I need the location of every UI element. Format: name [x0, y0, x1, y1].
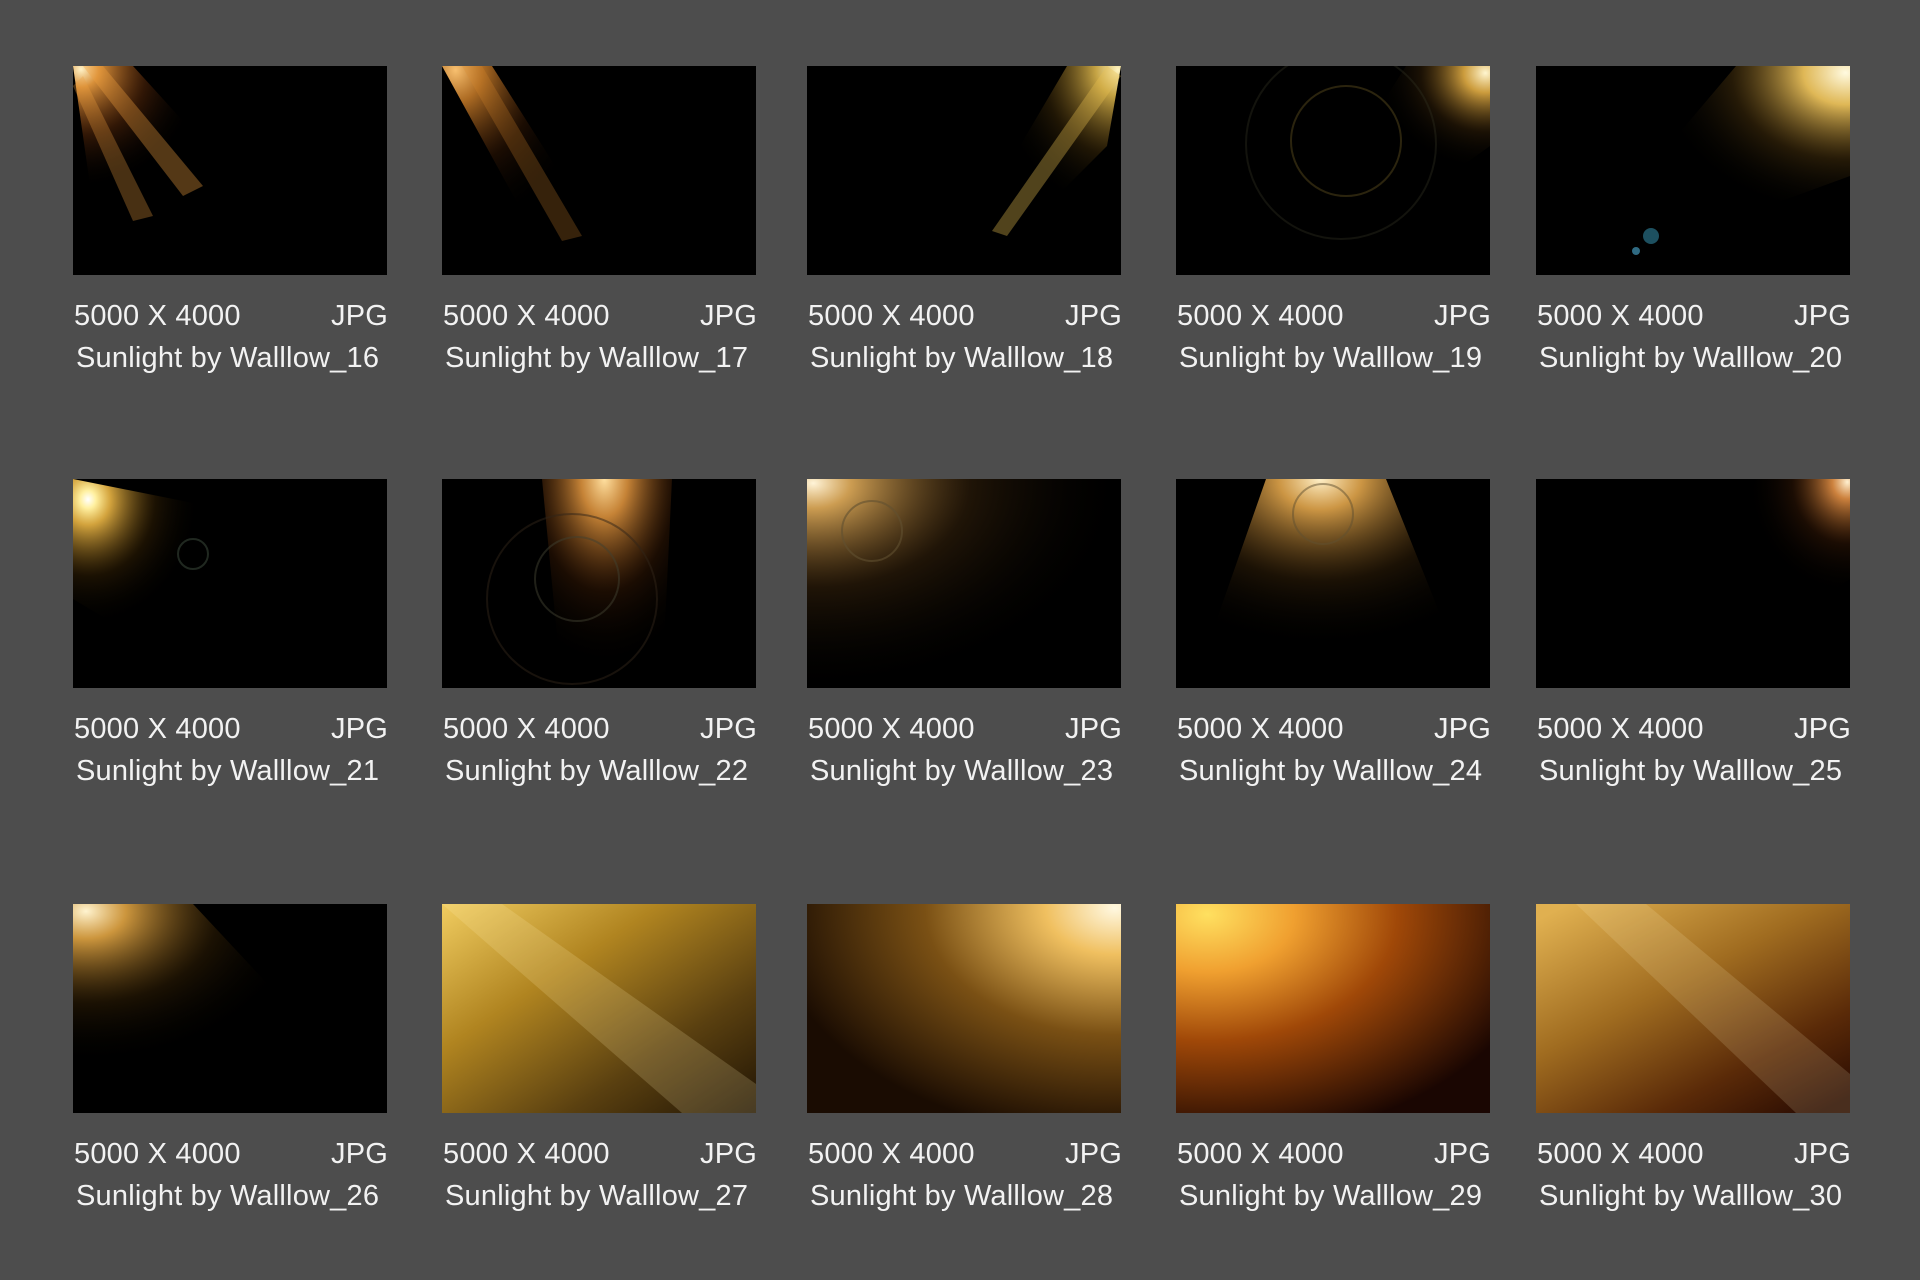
image-format: JPG [1794, 713, 1851, 745]
preview-card-21: 5000 X 4000 JPG Sunlight by Walllow_21 [73, 479, 388, 792]
image-title: Sunlight by Walllow_29 [1179, 1180, 1483, 1212]
preview-card-27: 5000 X 4000 JPG Sunlight by Walllow_27 [442, 904, 757, 1217]
image-format: JPG [1794, 1138, 1851, 1170]
image-title: Sunlight by Walllow_22 [445, 755, 749, 787]
image-title: Sunlight by Walllow_19 [1179, 342, 1483, 374]
image-title: Sunlight by Walllow_17 [445, 342, 749, 374]
image-format: JPG [1065, 1138, 1122, 1170]
preview-card-16: 5000 X 4000 JPG Sunlight by Walllow_16 [73, 66, 388, 379]
preview-thumbnail[interactable] [442, 904, 756, 1113]
preview-thumbnail[interactable] [1176, 66, 1490, 275]
image-dimensions: 5000 X 4000 [808, 1138, 975, 1170]
image-title: Sunlight by Walllow_18 [810, 342, 1114, 374]
preview-thumbnail[interactable] [73, 479, 387, 688]
image-title: Sunlight by Walllow_21 [76, 755, 380, 787]
image-title: Sunlight by Walllow_23 [810, 755, 1114, 787]
image-format: JPG [331, 1138, 388, 1170]
preview-thumbnail[interactable] [1536, 904, 1850, 1113]
preview-thumbnail[interactable] [442, 479, 756, 688]
image-title: Sunlight by Walllow_26 [76, 1180, 380, 1212]
preview-card-19: 5000 X 4000 JPG Sunlight by Walllow_19 [1176, 66, 1491, 379]
image-dimensions: 5000 X 4000 [1177, 1138, 1344, 1170]
image-dimensions: 5000 X 4000 [1177, 300, 1344, 332]
preview-card-28: 5000 X 4000 JPG Sunlight by Walllow_28 [807, 904, 1122, 1217]
image-format: JPG [700, 300, 757, 332]
image-dimensions: 5000 X 4000 [808, 713, 975, 745]
image-format: JPG [700, 713, 757, 745]
image-format: JPG [1434, 1138, 1491, 1170]
preview-thumbnail[interactable] [73, 66, 387, 275]
preview-thumbnail[interactable] [1536, 479, 1850, 688]
preview-thumbnail[interactable] [807, 479, 1121, 688]
image-title: Sunlight by Walllow_25 [1539, 755, 1843, 787]
preview-grid: 5000 X 4000 JPG Sunlight by Walllow_16 5… [0, 0, 1920, 1280]
image-dimensions: 5000 X 4000 [443, 1138, 610, 1170]
image-title: Sunlight by Walllow_16 [76, 342, 380, 374]
preview-thumbnail[interactable] [807, 66, 1121, 275]
preview-thumbnail[interactable] [73, 904, 387, 1113]
preview-card-30: 5000 X 4000 JPG Sunlight by Walllow_30 [1536, 904, 1851, 1217]
image-dimensions: 5000 X 4000 [1537, 300, 1704, 332]
preview-card-17: 5000 X 4000 JPG Sunlight by Walllow_17 [442, 66, 757, 379]
image-format: JPG [1065, 713, 1122, 745]
image-dimensions: 5000 X 4000 [74, 1138, 241, 1170]
preview-card-18: 5000 X 4000 JPG Sunlight by Walllow_18 [807, 66, 1122, 379]
image-dimensions: 5000 X 4000 [1537, 713, 1704, 745]
image-title: Sunlight by Walllow_27 [445, 1180, 749, 1212]
image-dimensions: 5000 X 4000 [74, 300, 241, 332]
preview-thumbnail[interactable] [1176, 479, 1490, 688]
preview-thumbnail[interactable] [442, 66, 756, 275]
image-format: JPG [1434, 300, 1491, 332]
image-format: JPG [700, 1138, 757, 1170]
preview-card-24: 5000 X 4000 JPG Sunlight by Walllow_24 [1176, 479, 1491, 792]
preview-card-20: 5000 X 4000 JPG Sunlight by Walllow_20 [1536, 66, 1851, 379]
preview-card-29: 5000 X 4000 JPG Sunlight by Walllow_29 [1176, 904, 1491, 1217]
image-format: JPG [1065, 300, 1122, 332]
preview-thumbnail[interactable] [1536, 66, 1850, 275]
image-format: JPG [331, 300, 388, 332]
preview-thumbnail[interactable] [1176, 904, 1490, 1113]
image-dimensions: 5000 X 4000 [1177, 713, 1344, 745]
image-dimensions: 5000 X 4000 [1537, 1138, 1704, 1170]
image-format: JPG [1794, 300, 1851, 332]
image-dimensions: 5000 X 4000 [808, 300, 975, 332]
image-title: Sunlight by Walllow_24 [1179, 755, 1483, 787]
image-title: Sunlight by Walllow_30 [1539, 1180, 1843, 1212]
image-title: Sunlight by Walllow_20 [1539, 342, 1843, 374]
preview-thumbnail[interactable] [807, 904, 1121, 1113]
image-format: JPG [1434, 713, 1491, 745]
preview-card-22: 5000 X 4000 JPG Sunlight by Walllow_22 [442, 479, 757, 792]
image-title: Sunlight by Walllow_28 [810, 1180, 1114, 1212]
preview-card-23: 5000 X 4000 JPG Sunlight by Walllow_23 [807, 479, 1122, 792]
preview-card-25: 5000 X 4000 JPG Sunlight by Walllow_25 [1536, 479, 1851, 792]
image-dimensions: 5000 X 4000 [443, 713, 610, 745]
preview-card-26: 5000 X 4000 JPG Sunlight by Walllow_26 [73, 904, 388, 1217]
image-dimensions: 5000 X 4000 [443, 300, 610, 332]
image-dimensions: 5000 X 4000 [74, 713, 241, 745]
image-format: JPG [331, 713, 388, 745]
